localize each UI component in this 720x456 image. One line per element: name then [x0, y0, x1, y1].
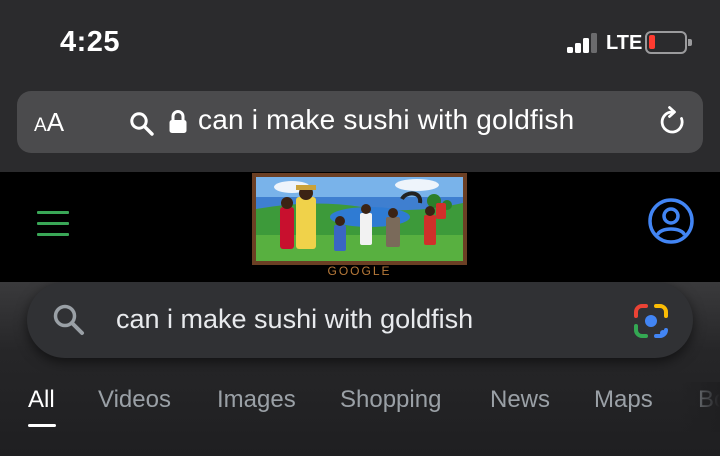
status-bar: 4:25 LTE	[0, 0, 720, 86]
cellular-signal-icon	[567, 33, 601, 53]
search-query[interactable]: can i make sushi with goldfish	[116, 304, 473, 335]
tab-images[interactable]: Images	[217, 386, 296, 414]
lock-icon	[168, 109, 188, 140]
search-icon	[129, 111, 155, 142]
tabs-fade	[680, 382, 720, 432]
tab-shopping[interactable]: Shopping	[340, 386, 441, 414]
hamburger-menu-icon[interactable]	[37, 211, 69, 237]
svg-text:GOOGLE: GOOGLE	[327, 264, 391, 277]
search-icon	[51, 302, 87, 343]
clock: 4:25	[60, 26, 121, 58]
text-size-button[interactable]: AA	[34, 107, 64, 138]
google-header: GOOGLE	[0, 172, 720, 282]
network-type: LTE	[606, 32, 643, 54]
reload-icon[interactable]	[658, 106, 688, 143]
url-text[interactable]: can i make sushi with goldfish	[198, 104, 574, 136]
account-icon[interactable]	[647, 197, 695, 250]
tab-all[interactable]: All	[28, 386, 55, 414]
browser-toolbar: AA can i make sushi with goldfish	[0, 86, 720, 172]
battery-icon	[645, 31, 692, 54]
active-tab-indicator	[28, 424, 56, 427]
google-search-box[interactable]: can i make sushi with goldfish	[27, 282, 693, 358]
results-area: can i make sushi with goldfish All Video…	[0, 282, 720, 456]
search-tabs: All Videos Images Shopping News Maps Bo	[0, 382, 720, 432]
tab-maps[interactable]: Maps	[594, 386, 653, 414]
google-lens-icon[interactable]	[632, 302, 670, 345]
address-bar[interactable]: AA can i make sushi with goldfish	[17, 91, 703, 153]
tab-news[interactable]: News	[490, 386, 550, 414]
google-doodle[interactable]: GOOGLE	[252, 173, 467, 277]
tab-videos[interactable]: Videos	[98, 386, 171, 414]
